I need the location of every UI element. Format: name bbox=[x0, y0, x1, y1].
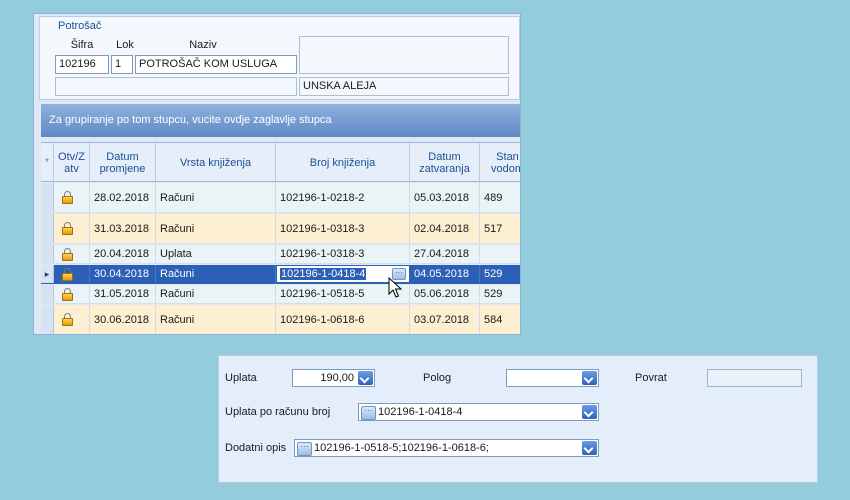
stanje-cell[interactable]: 529 bbox=[480, 285, 520, 303]
col-header-datum-zatvaranja[interactable]: Datum zatvaranja bbox=[410, 143, 480, 183]
payment-panel: Uplata 190,00 Polog Povrat Uplata po rač… bbox=[218, 355, 818, 483]
zatvaranje-cell[interactable]: 03.07.2018 bbox=[410, 305, 480, 334]
status-cell bbox=[54, 183, 90, 212]
polog-dropdown-icon[interactable] bbox=[582, 371, 597, 385]
zatvaranje-cell[interactable]: 02.04.2018 bbox=[410, 214, 480, 243]
broj-cell[interactable]: 102196-1-0318-3 bbox=[276, 214, 410, 243]
uplata-po-racunu-label: Uplata po računu broj bbox=[225, 406, 331, 418]
grid-header: * Otv/Z atv Datum promjene Vrsta knjižen… bbox=[41, 142, 520, 183]
table-row[interactable]: 30.06.2018 Računi 102196-1-0618-6 03.07.… bbox=[41, 305, 520, 334]
dodatni-opis-ellipsis-button[interactable]: ··· bbox=[297, 442, 312, 456]
table-row[interactable]: 31.05.2018 Računi 102196-1-0518-5 05.06.… bbox=[41, 285, 520, 304]
row-indicator[interactable] bbox=[41, 305, 54, 334]
address-field: UNSKA ALEJA bbox=[299, 77, 509, 96]
table-row[interactable]: 28.02.2018 Računi 102196-1-0218-2 05.03.… bbox=[41, 183, 520, 213]
datum-cell[interactable]: 28.02.2018 bbox=[90, 183, 156, 212]
uplata-combo[interactable]: 190,00 bbox=[292, 369, 375, 387]
consumer-group: Potrošač Šifra Lok Naziv 102196 1 POTROŠ… bbox=[39, 16, 520, 100]
broj-cell-selected-text[interactable]: 102196-1-0418-4 bbox=[280, 268, 367, 280]
datum-cell[interactable]: 31.05.2018 bbox=[90, 285, 156, 303]
row-indicator[interactable] bbox=[41, 285, 54, 303]
naziv-field[interactable]: POTROŠAČ KOM USLUGA bbox=[135, 55, 297, 74]
status-cell bbox=[54, 214, 90, 243]
sifra-field[interactable]: 102196 bbox=[55, 55, 109, 74]
blank-field bbox=[55, 77, 297, 96]
polog-combo[interactable] bbox=[506, 369, 599, 387]
status-cell bbox=[54, 285, 90, 303]
polog-label: Polog bbox=[423, 372, 452, 384]
stanje-cell[interactable]: 517 bbox=[480, 214, 520, 243]
vrsta-cell[interactable]: Računi bbox=[156, 285, 276, 303]
dodatni-opis-combo[interactable]: ··· 102196-1-0518-5;102196-1-0618-6; bbox=[294, 439, 599, 457]
uplata-po-racunu-value[interactable]: 102196-1-0418-4 bbox=[378, 404, 462, 420]
column-chooser-icon[interactable]: * bbox=[41, 143, 54, 183]
zatvaranje-cell[interactable]: 05.03.2018 bbox=[410, 183, 480, 212]
stanje-cell[interactable] bbox=[480, 245, 520, 263]
dodatni-opis-value[interactable]: 102196-1-0518-5;102196-1-0618-6; bbox=[314, 440, 489, 456]
account-panel: Potrošač Šifra Lok Naziv 102196 1 POTROŠ… bbox=[33, 13, 521, 335]
uplata-value[interactable]: 190,00 bbox=[320, 370, 354, 386]
dodatni-opis-dropdown-icon[interactable] bbox=[582, 441, 597, 455]
datum-cell[interactable]: 30.04.2018 bbox=[90, 265, 156, 283]
zatvaranje-cell[interactable]: 27.04.2018 bbox=[410, 245, 480, 263]
vrsta-cell[interactable]: Računi bbox=[156, 183, 276, 212]
lock-icon bbox=[62, 287, 73, 301]
datum-cell[interactable]: 20.04.2018 bbox=[90, 245, 156, 263]
uplata-label: Uplata bbox=[225, 372, 257, 384]
povrat-field bbox=[707, 369, 802, 387]
vrsta-cell[interactable]: Računi bbox=[156, 305, 276, 334]
vrsta-cell[interactable]: Računi bbox=[156, 265, 276, 283]
mouse-pointer-icon bbox=[388, 277, 403, 298]
row-indicator[interactable] bbox=[41, 183, 54, 212]
table-row[interactable]: 20.04.2018 Uplata 102196-1-0318-3 27.04.… bbox=[41, 245, 520, 264]
povrat-label: Povrat bbox=[635, 372, 667, 384]
lok-label: Lok bbox=[116, 39, 134, 51]
col-header-stanje[interactable]: Stan vodom bbox=[480, 143, 520, 183]
lock-icon bbox=[62, 313, 73, 326]
lock-icon bbox=[62, 247, 73, 261]
consumer-group-title: Potrošač bbox=[58, 20, 102, 32]
vrsta-cell[interactable]: Računi bbox=[156, 214, 276, 243]
uplata-dropdown-icon[interactable] bbox=[358, 371, 373, 385]
group-by-panel[interactable]: Za grupiranje po tom stupcu, vucite ovdj… bbox=[41, 104, 520, 137]
lock-icon bbox=[62, 222, 73, 235]
status-cell bbox=[54, 305, 90, 334]
uplata-po-racunu-ellipsis-button[interactable]: ··· bbox=[361, 406, 376, 420]
stanje-cell[interactable]: 584 bbox=[480, 305, 520, 334]
vrsta-cell[interactable]: Uplata bbox=[156, 245, 276, 263]
broj-cell[interactable]: 102196-1-0218-2 bbox=[276, 183, 410, 212]
uplata-po-racunu-dropdown-icon[interactable] bbox=[582, 405, 597, 419]
broj-cell[interactable]: 102196-1-0618-6 bbox=[276, 305, 410, 334]
sifra-label: Šifra bbox=[70, 39, 94, 51]
naziv-label: Naziv bbox=[189, 39, 217, 51]
col-header-datum-promjene[interactable]: Datum promjene bbox=[90, 143, 156, 183]
col-header-broj[interactable]: Broj knjiženja bbox=[276, 143, 410, 183]
stanje-cell[interactable]: 529 bbox=[480, 265, 520, 283]
lok-field[interactable]: 1 bbox=[111, 55, 133, 74]
row-indicator[interactable] bbox=[41, 245, 54, 263]
row-indicator[interactable] bbox=[41, 214, 54, 243]
lock-icon bbox=[62, 191, 73, 204]
dodatni-opis-label: Dodatni opis bbox=[225, 442, 287, 454]
row-indicator-current[interactable]: ▸ bbox=[41, 265, 54, 283]
zatvaranje-cell[interactable]: 04.05.2018 bbox=[410, 265, 480, 283]
broj-cell[interactable]: 102196-1-0318-3 bbox=[276, 245, 410, 263]
status-cell bbox=[54, 245, 90, 263]
table-row[interactable]: 31.03.2018 Računi 102196-1-0318-3 02.04.… bbox=[41, 214, 520, 244]
col-header-vrsta[interactable]: Vrsta knjiženja bbox=[156, 143, 276, 183]
table-row-selected[interactable]: ▸ 30.04.2018 Računi 102196-1-0418-4 ··· … bbox=[41, 265, 520, 284]
zatvaranje-cell[interactable]: 05.06.2018 bbox=[410, 285, 480, 303]
status-cell bbox=[54, 265, 90, 283]
datum-cell[interactable]: 30.06.2018 bbox=[90, 305, 156, 334]
col-header-otv[interactable]: Otv/Z atv bbox=[54, 143, 90, 183]
datum-cell[interactable]: 31.03.2018 bbox=[90, 214, 156, 243]
stanje-cell[interactable]: 489 bbox=[480, 183, 520, 212]
uplata-po-racunu-combo[interactable]: ··· 102196-1-0418-4 bbox=[358, 403, 599, 421]
lock-icon bbox=[62, 267, 73, 281]
extra-info-box bbox=[299, 36, 509, 74]
